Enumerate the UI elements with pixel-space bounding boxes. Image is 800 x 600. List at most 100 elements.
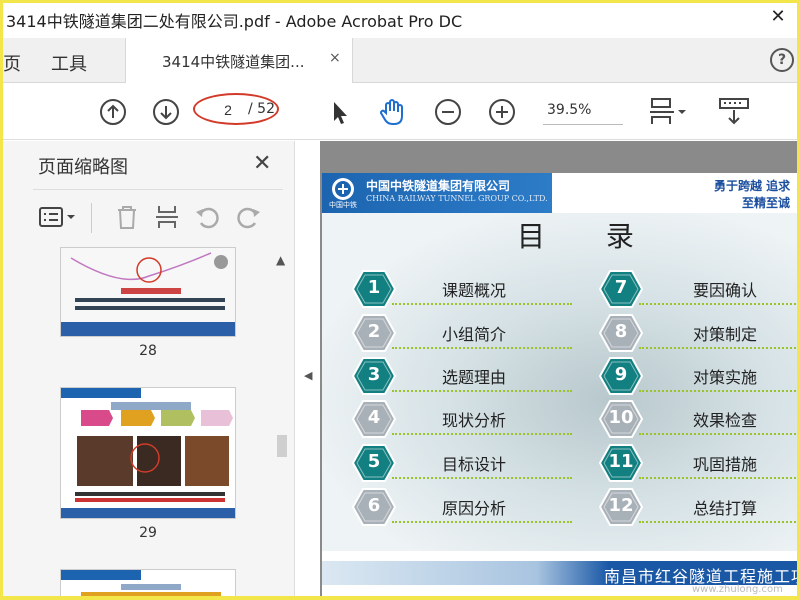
toc-item: 8 对策制定 <box>599 313 797 353</box>
toc-text: 效果检查 <box>693 411 758 430</box>
window-title: 3414中铁隧道集团二处有限公司.pdf - Adobe Acrobat Pro… <box>6 12 463 31</box>
thumbnail-image <box>61 570 235 596</box>
page-navigator: / 52 <box>193 93 279 129</box>
scroll-up-icon[interactable]: ▲ <box>276 253 285 267</box>
toc-text: 选题理由 <box>442 368 507 387</box>
thumbnail-pane: 页面缩略图 ✕ 28 29 ▲ <box>3 141 295 596</box>
hand-tool-icon[interactable] <box>377 97 407 127</box>
page-number-input[interactable] <box>213 100 243 120</box>
toc-dotted-line <box>392 390 572 392</box>
toc-number-hexagon <box>352 357 396 395</box>
toc-number-hexagon <box>599 400 643 438</box>
toc-dotted-line <box>639 303 797 305</box>
toc-dotted-line <box>639 521 797 523</box>
toc-number-hexagon <box>352 400 396 438</box>
toc-number-hexagon <box>599 357 643 395</box>
thumbnail-label: 28 <box>139 343 157 359</box>
pdf-page: 中国中铁 中国中铁隧道集团有限公司 CHINA RAILWAY TUNNEL G… <box>322 173 797 596</box>
toc-item: 6 原因分析 <box>352 487 582 527</box>
toc-dotted-line <box>392 521 572 523</box>
toc-dotted-line <box>639 433 797 435</box>
rotate-right-icon[interactable] <box>235 203 263 231</box>
zoom-level-value: 39.5% <box>547 102 592 118</box>
tab-bar: 页 工具 3414中铁隧道集团... × ? <box>3 38 797 83</box>
slide-title: 目 录 <box>517 220 660 253</box>
toc-item: 4 现状分析 <box>352 399 582 439</box>
toc-number-hexagon <box>352 444 396 482</box>
toc-item: 12 总结打算 <box>599 487 797 527</box>
page-up-icon[interactable] <box>98 97 128 127</box>
company-logo: 中国中铁 <box>329 178 357 209</box>
thumbnail-label: 29 <box>139 525 157 541</box>
slide-footer: 南昌市红谷隧道工程施工项 www.zhulong.com <box>322 551 797 596</box>
toc-number-hexagon <box>599 444 643 482</box>
toc-item: 10 效果检查 <box>599 399 797 439</box>
divider <box>33 189 283 190</box>
toc-text: 对策制定 <box>693 325 758 344</box>
toc-number-hexagon <box>352 314 396 352</box>
motto-line-2: 至精至诚 <box>742 196 791 210</box>
toc-number-hexagon <box>599 314 643 352</box>
tab-tools[interactable]: 工具 <box>51 50 87 76</box>
svg-text:中国中铁: 中国中铁 <box>329 200 357 209</box>
scroll-mode-icon[interactable] <box>717 97 751 127</box>
fit-page-icon[interactable] <box>648 97 692 127</box>
slide-header: 中国中铁 中国中铁隧道集团有限公司 CHINA RAILWAY TUNNEL G… <box>322 173 797 213</box>
toc-item: 9 对策实施 <box>599 356 797 396</box>
thumbnail-page[interactable] <box>60 247 236 337</box>
toc-item: 3 选题理由 <box>352 356 582 396</box>
toc-text: 现状分析 <box>442 411 507 430</box>
zoom-in-icon[interactable] <box>487 97 517 127</box>
rotate-left-icon[interactable] <box>193 203 221 231</box>
toc-dotted-line <box>392 477 572 479</box>
toc-item: 11 巩固措施 <box>599 443 797 483</box>
help-icon[interactable]: ? <box>770 48 794 72</box>
thumbnail-tools <box>33 199 283 233</box>
collapse-arrow-icon: ◀ <box>304 369 313 382</box>
zoom-level-select[interactable]: 39.5% <box>543 97 623 125</box>
toc-dotted-line <box>639 347 797 349</box>
tab-document[interactable]: 3414中铁隧道集团... × <box>125 38 353 83</box>
toc-text: 要因确认 <box>693 281 758 300</box>
close-pane-icon[interactable]: ✕ <box>253 151 271 176</box>
toc-dotted-line <box>639 477 797 479</box>
thumbnail-image <box>61 388 235 518</box>
select-arrow-icon[interactable] <box>325 97 355 127</box>
close-icon[interactable]: ✕ <box>764 6 792 30</box>
toc-dotted-line <box>639 390 797 392</box>
page-total: / 52 <box>248 101 275 117</box>
company-name-en: CHINA RAILWAY TUNNEL GROUP CO.,LTD. <box>366 194 548 203</box>
toc-dotted-line <box>392 303 572 305</box>
toc-number-hexagon <box>599 488 643 526</box>
toc-text: 巩固措施 <box>693 455 758 474</box>
toc-text: 原因分析 <box>442 499 507 518</box>
trash-icon[interactable] <box>113 203 141 231</box>
title-bar: 3414中铁隧道集团二处有限公司.pdf - Adobe Acrobat Pro… <box>0 0 800 38</box>
scrollbar-thumb[interactable] <box>277 435 287 457</box>
toc-dotted-line <box>392 347 572 349</box>
thumbnail-image <box>61 248 235 336</box>
insert-page-icon[interactable] <box>153 203 181 231</box>
thumbnail-page[interactable] <box>60 387 236 519</box>
zoom-out-icon[interactable] <box>433 97 463 127</box>
toc-item: 2 小组简介 <box>352 313 582 353</box>
toc-item: 5 目标设计 <box>352 443 582 483</box>
thumbnail-scrollbar[interactable]: ▲ <box>273 253 291 596</box>
toc-number-hexagon <box>352 270 396 308</box>
motto-line-1: 勇于跨越 追求 <box>714 179 791 193</box>
toc-item: 7 要因确认 <box>599 269 797 309</box>
collapse-pane-handle[interactable]: ◀ <box>296 141 320 596</box>
tab-document-label: 3414中铁隧道集团... <box>162 53 305 71</box>
tab-close-icon[interactable]: × <box>329 50 341 66</box>
toc-text: 小组简介 <box>442 325 507 344</box>
page-down-icon[interactable] <box>151 97 181 127</box>
toc-dotted-line <box>392 433 572 435</box>
thumbnail-page[interactable] <box>60 569 236 596</box>
toc-number-hexagon <box>599 270 643 308</box>
toc-text: 对策实施 <box>693 368 758 387</box>
document-view[interactable]: 中国中铁 中国中铁隧道集团有限公司 CHINA RAILWAY TUNNEL G… <box>320 141 797 596</box>
tab-home[interactable]: 页 <box>3 50 21 76</box>
options-menu-icon[interactable] <box>37 203 81 231</box>
toc-text: 总结打算 <box>693 499 758 518</box>
thumbnail-list: 28 29 <box>33 247 271 596</box>
